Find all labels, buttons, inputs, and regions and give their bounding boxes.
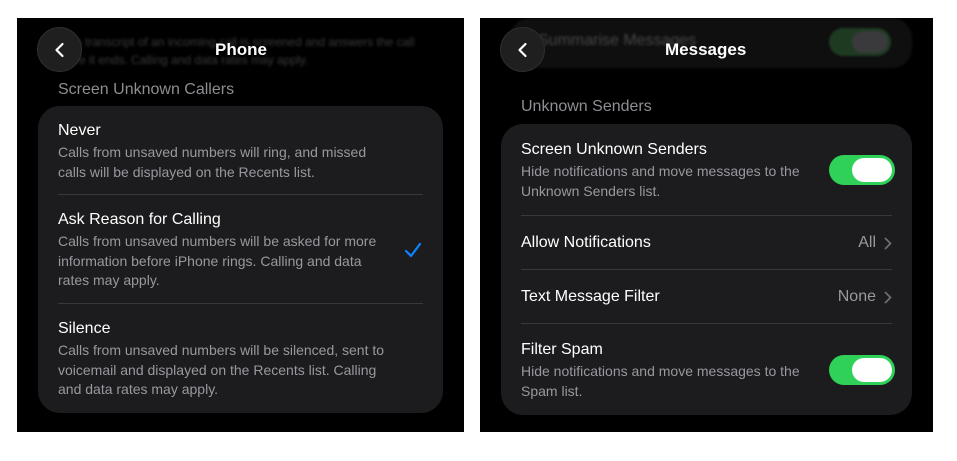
chevron-right-icon [884,237,892,249]
row-value: None [838,288,892,306]
messages-settings-panel: Summarise Messages Messages Unknown Send… [480,18,933,432]
row-allow-notifications[interactable]: Allow Notifications All [501,216,912,269]
value-text: All [858,234,876,251]
option-ask-reason-for-calling[interactable]: Ask Reason for Calling Calls from unsave… [38,195,443,303]
option-never[interactable]: Never Calls from unsaved numbers will ri… [38,106,443,194]
row-filter-spam: Filter Spam Hide notifications and move … [501,324,912,415]
back-button[interactable] [37,27,82,72]
unknown-senders-group: Screen Unknown Senders Hide notification… [501,124,912,415]
checkmark-icon [404,242,422,258]
page-title: Messages [665,40,747,59]
row-title: Allow Notifications [521,234,651,251]
option-description: Calls from unsaved numbers will ring, an… [58,144,367,180]
phone-settings-panel: n transcript of an incoming call is scre… [17,18,464,432]
scrolled-toggle [829,28,891,56]
section-header: Screen Unknown Callers [58,81,235,98]
option-description: Calls from unsaved numbers will be asked… [58,233,377,288]
row-screen-unknown-senders: Screen Unknown Senders Hide notification… [501,124,912,215]
row-text-message-filter[interactable]: Text Message Filter None [501,270,912,323]
row-title: Text Message Filter [521,288,660,305]
section-header: Unknown Senders [521,98,652,115]
screen-unknown-callers-group: Never Calls from unsaved numbers will ri… [38,106,443,413]
chevron-left-icon [54,42,64,57]
row-description: Hide notifications and move messages to … [521,363,800,399]
option-title: Never [58,122,101,139]
value-text: None [837,288,876,305]
row-value: All [858,234,892,252]
back-button[interactable] [500,27,545,72]
row-description: Hide notifications and move messages to … [521,163,800,199]
option-silence[interactable]: Silence Calls from unsaved numbers will … [38,304,443,413]
option-title: Ask Reason for Calling [58,211,221,228]
chevron-left-icon [517,42,527,57]
row-title: Screen Unknown Senders [521,141,707,158]
chevron-right-icon [884,291,892,303]
scrolled-description-line-2: re it ends. Calling and data rates may a… [75,53,309,67]
filter-spam-toggle[interactable] [829,355,895,385]
option-title: Silence [58,320,111,337]
row-title: Filter Spam [521,341,603,358]
page-title: Phone [215,40,267,59]
screen-unknown-senders-toggle[interactable] [829,155,895,185]
option-description: Calls from unsaved numbers will be silen… [58,342,385,397]
